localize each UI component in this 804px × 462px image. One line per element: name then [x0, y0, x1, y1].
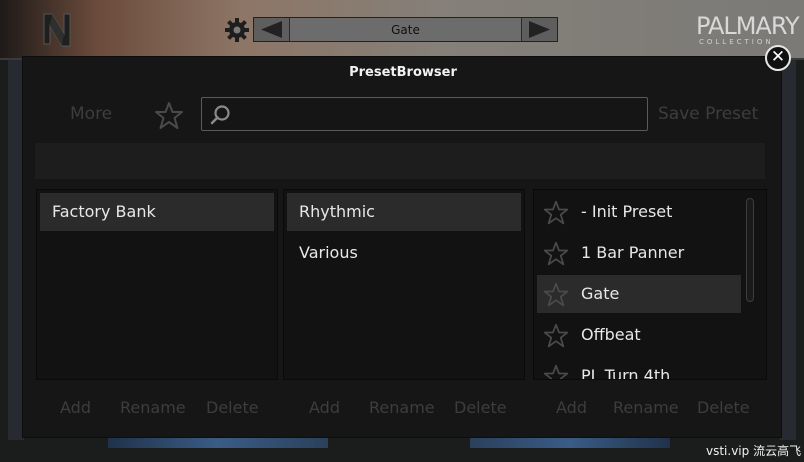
preset-label: Gate [581, 284, 620, 303]
preset-label: 1 Bar Panner [581, 243, 685, 262]
next-preset-button[interactable] [521, 18, 557, 41]
preset-rename-button[interactable]: Rename [613, 398, 679, 417]
previous-preset-button[interactable] [254, 18, 290, 41]
list-item[interactable]: Factory Bank [40, 193, 274, 231]
preset-add-button[interactable]: Add [556, 398, 587, 417]
plugin-header: Gate PALMARY COLLECTION [0, 0, 804, 60]
background-glow [108, 438, 328, 448]
preset-list: - Init Preset 1 Bar Panner Gate Offbeat … [533, 189, 767, 380]
category-rename-button[interactable]: Rename [369, 398, 435, 417]
bank-rename-button[interactable]: Rename [120, 398, 186, 417]
preset-delete-button[interactable]: Delete [697, 398, 750, 417]
current-preset-name[interactable]: Gate [290, 18, 521, 41]
close-icon: ✕ [770, 47, 786, 67]
preset-row[interactable]: - Init Preset [537, 193, 741, 231]
preset-row[interactable]: Offbeat [537, 316, 741, 354]
search-box[interactable] [201, 97, 648, 131]
preset-selector: Gate [253, 17, 558, 42]
favorite-star-icon[interactable] [543, 282, 569, 308]
brand-subtitle: COLLECTION [699, 38, 774, 46]
watermark-text: vsti.vip 流云高飞 [706, 444, 802, 458]
close-button[interactable]: ✕ [765, 45, 791, 71]
preset-row[interactable]: PL Turn 4th [537, 357, 741, 380]
preset-label: PL Turn 4th [581, 366, 671, 380]
list-item[interactable]: Various [287, 234, 521, 272]
favorite-star-icon[interactable] [543, 200, 569, 226]
settings-gear-icon[interactable] [224, 17, 250, 43]
arrow-left-icon [261, 21, 282, 38]
search-icon [210, 105, 230, 125]
dialog-title: PresetBrowser [349, 65, 457, 80]
tag-bar [35, 143, 765, 179]
preset-row[interactable]: Gate [537, 275, 741, 313]
preset-browser-dialog: PresetBrowser ✕ More Save Preset Factory… [22, 45, 791, 438]
preset-list-scrollbar[interactable] [746, 198, 754, 302]
bank-list: Factory Bank [36, 189, 278, 380]
preset-label: - Init Preset [581, 202, 673, 221]
bank-delete-button[interactable]: Delete [206, 398, 259, 417]
n-logo-icon [43, 13, 71, 47]
favorite-star-icon[interactable] [543, 364, 569, 380]
bank-add-button[interactable]: Add [60, 398, 91, 417]
save-preset-button[interactable]: Save Preset [658, 104, 758, 124]
list-item[interactable]: Rhythmic [287, 193, 521, 231]
preset-label: Offbeat [581, 325, 641, 344]
category-add-button[interactable]: Add [309, 398, 340, 417]
favorite-star-icon[interactable] [543, 241, 569, 267]
brand-logo: PALMARY [696, 12, 800, 40]
preset-row[interactable]: 1 Bar Panner [537, 234, 741, 272]
category-delete-button[interactable]: Delete [454, 398, 507, 417]
search-input[interactable] [236, 102, 640, 128]
background-glow [470, 438, 670, 448]
arrow-right-icon [529, 21, 550, 38]
favorites-star-icon[interactable] [154, 101, 184, 131]
favorite-star-icon[interactable] [543, 323, 569, 349]
more-button[interactable]: More [70, 104, 112, 124]
background-panel-right [780, 60, 796, 440]
category-list: Rhythmic Various [283, 189, 525, 380]
